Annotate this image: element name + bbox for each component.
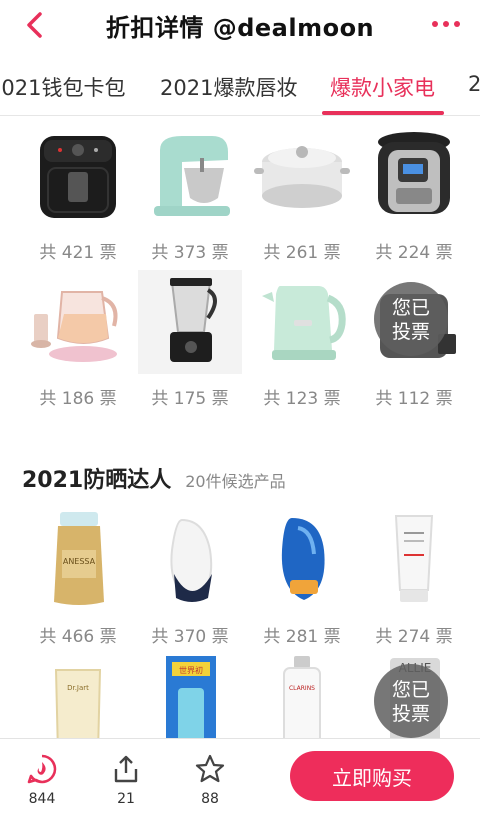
product-white-sunscreen[interactable]: 共 370 票 — [134, 508, 246, 658]
brand-text: ANESSA — [63, 557, 96, 566]
product-voted-appliance[interactable]: 您已 投票 共 112 票 — [358, 270, 470, 420]
product-cream-tube[interactable]: Dr.Jart — [22, 652, 134, 738]
stand-mixer-image — [138, 124, 242, 228]
category-tabs: 2021钱包卡包 2021爆款唇妆 爆款小家电 2 — [0, 58, 480, 116]
product-dutch-oven[interactable]: 共 261 票 — [246, 124, 358, 274]
product-mint-kettle[interactable]: 共 123 票 — [246, 270, 358, 420]
product-pressure-cooker[interactable]: 共 224 票 — [358, 124, 470, 274]
brand-text: 世界初 — [179, 665, 203, 675]
vote-count: 共 261 票 — [263, 243, 341, 263]
brand-text: CLARINS — [289, 685, 315, 692]
blender-image — [138, 270, 242, 374]
clarins-bottle-image: CLARINS — [250, 652, 354, 738]
product-biore-sunscreen[interactable]: 世界初 — [134, 652, 246, 738]
product-allie-sunscreen[interactable]: ALLIE 您已投票 — [358, 652, 470, 738]
product-stand-mixer[interactable]: 共 373 票 — [134, 124, 246, 274]
favorite-count: 88 — [201, 791, 219, 807]
tab-wallet[interactable]: 2021钱包卡包 — [0, 72, 125, 102]
more-options-icon[interactable] — [426, 10, 466, 38]
product-row: 共 186 票 共 175 票 共 123 票 您已 投票 共 112 票 — [0, 270, 480, 420]
vote-count: 共 373 票 — [151, 243, 229, 263]
product-air-fryer[interactable]: 共 421 票 — [22, 124, 134, 274]
product-row: ANESSA 共 466 票 共 370 票 共 281 票 共 274 票 — [0, 508, 480, 658]
bottom-action-bar: 844 21 88 立即购买 — [0, 738, 480, 814]
vote-count: 共 224 票 — [375, 243, 453, 263]
pressure-cooker-image — [362, 124, 466, 228]
product-clarins-sunscreen[interactable]: CLARINS — [246, 652, 358, 738]
vote-count: 共 281 票 — [263, 627, 341, 647]
vote-count: 共 421 票 — [39, 243, 117, 263]
vote-count: 共 175 票 — [151, 389, 229, 409]
cream-tube-image: Dr.Jart — [26, 652, 130, 738]
tab-next-partial[interactable]: 2 — [468, 72, 480, 96]
biore-package-image: 世界初 — [138, 652, 242, 738]
anessa-bottle-image: ANESSA — [26, 508, 130, 612]
buy-now-button[interactable]: 立即购买 — [290, 751, 454, 801]
star-icon — [180, 753, 240, 785]
back-arrow-icon[interactable] — [20, 8, 54, 42]
favorite-button[interactable]: 88 — [180, 753, 240, 807]
product-tube-sunscreen[interactable]: 共 274 票 — [358, 508, 470, 658]
section-header: 2021防晒达人 20件候选产品 — [22, 462, 286, 494]
product-blue-sunscreen[interactable]: 共 281 票 — [246, 508, 358, 658]
comment-button[interactable]: 844 — [12, 753, 72, 807]
nav-bar: 折扣详情 @dealmoon — [0, 0, 480, 50]
candidate-count: 20件候选产品 — [185, 472, 286, 491]
glass-kettle-image — [26, 270, 130, 374]
voted-badge: 您已 投票 — [374, 664, 448, 738]
vote-count: 共 370 票 — [151, 627, 229, 647]
comment-icon — [12, 753, 72, 785]
voted-badge: 您已 投票 — [374, 282, 448, 356]
tab-lip-makeup[interactable]: 2021爆款唇妆 — [160, 72, 297, 102]
blue-bottle-image — [250, 508, 354, 612]
product-row: Dr.Jart 世界初 CLARINS ALLIE — [0, 652, 480, 738]
tab-small-appliances[interactable]: 爆款小家电 — [330, 72, 435, 102]
share-button[interactable]: 21 — [96, 753, 156, 807]
white-tube-image — [362, 508, 466, 612]
product-blender[interactable]: 共 175 票 — [134, 270, 246, 420]
vote-count: 共 186 票 — [39, 389, 117, 409]
share-icon — [96, 753, 156, 785]
vote-count: 共 123 票 — [263, 389, 341, 409]
white-bottle-image — [138, 508, 242, 612]
dutch-oven-image — [250, 124, 354, 228]
section-title: 2021防晒达人 — [22, 468, 172, 493]
active-tab-indicator — [322, 111, 444, 115]
vote-count: 共 466 票 — [39, 627, 117, 647]
page-title: 折扣详情 @dealmoon — [105, 13, 375, 42]
product-anessa-sunscreen[interactable]: ANESSA 共 466 票 — [22, 508, 134, 658]
product-health-kettle[interactable]: 共 186 票 — [22, 270, 134, 420]
share-count: 21 — [117, 791, 135, 807]
product-row: 共 421 票 共 373 票 共 261 票 共 224 票 — [0, 124, 480, 274]
vote-count: 共 274 票 — [375, 627, 453, 647]
brand-text: Dr.Jart — [67, 684, 89, 692]
vote-count: 共 112 票 — [375, 389, 453, 409]
comment-count: 844 — [28, 791, 56, 807]
electric-kettle-image — [250, 270, 354, 374]
air-fryer-image — [26, 124, 130, 228]
